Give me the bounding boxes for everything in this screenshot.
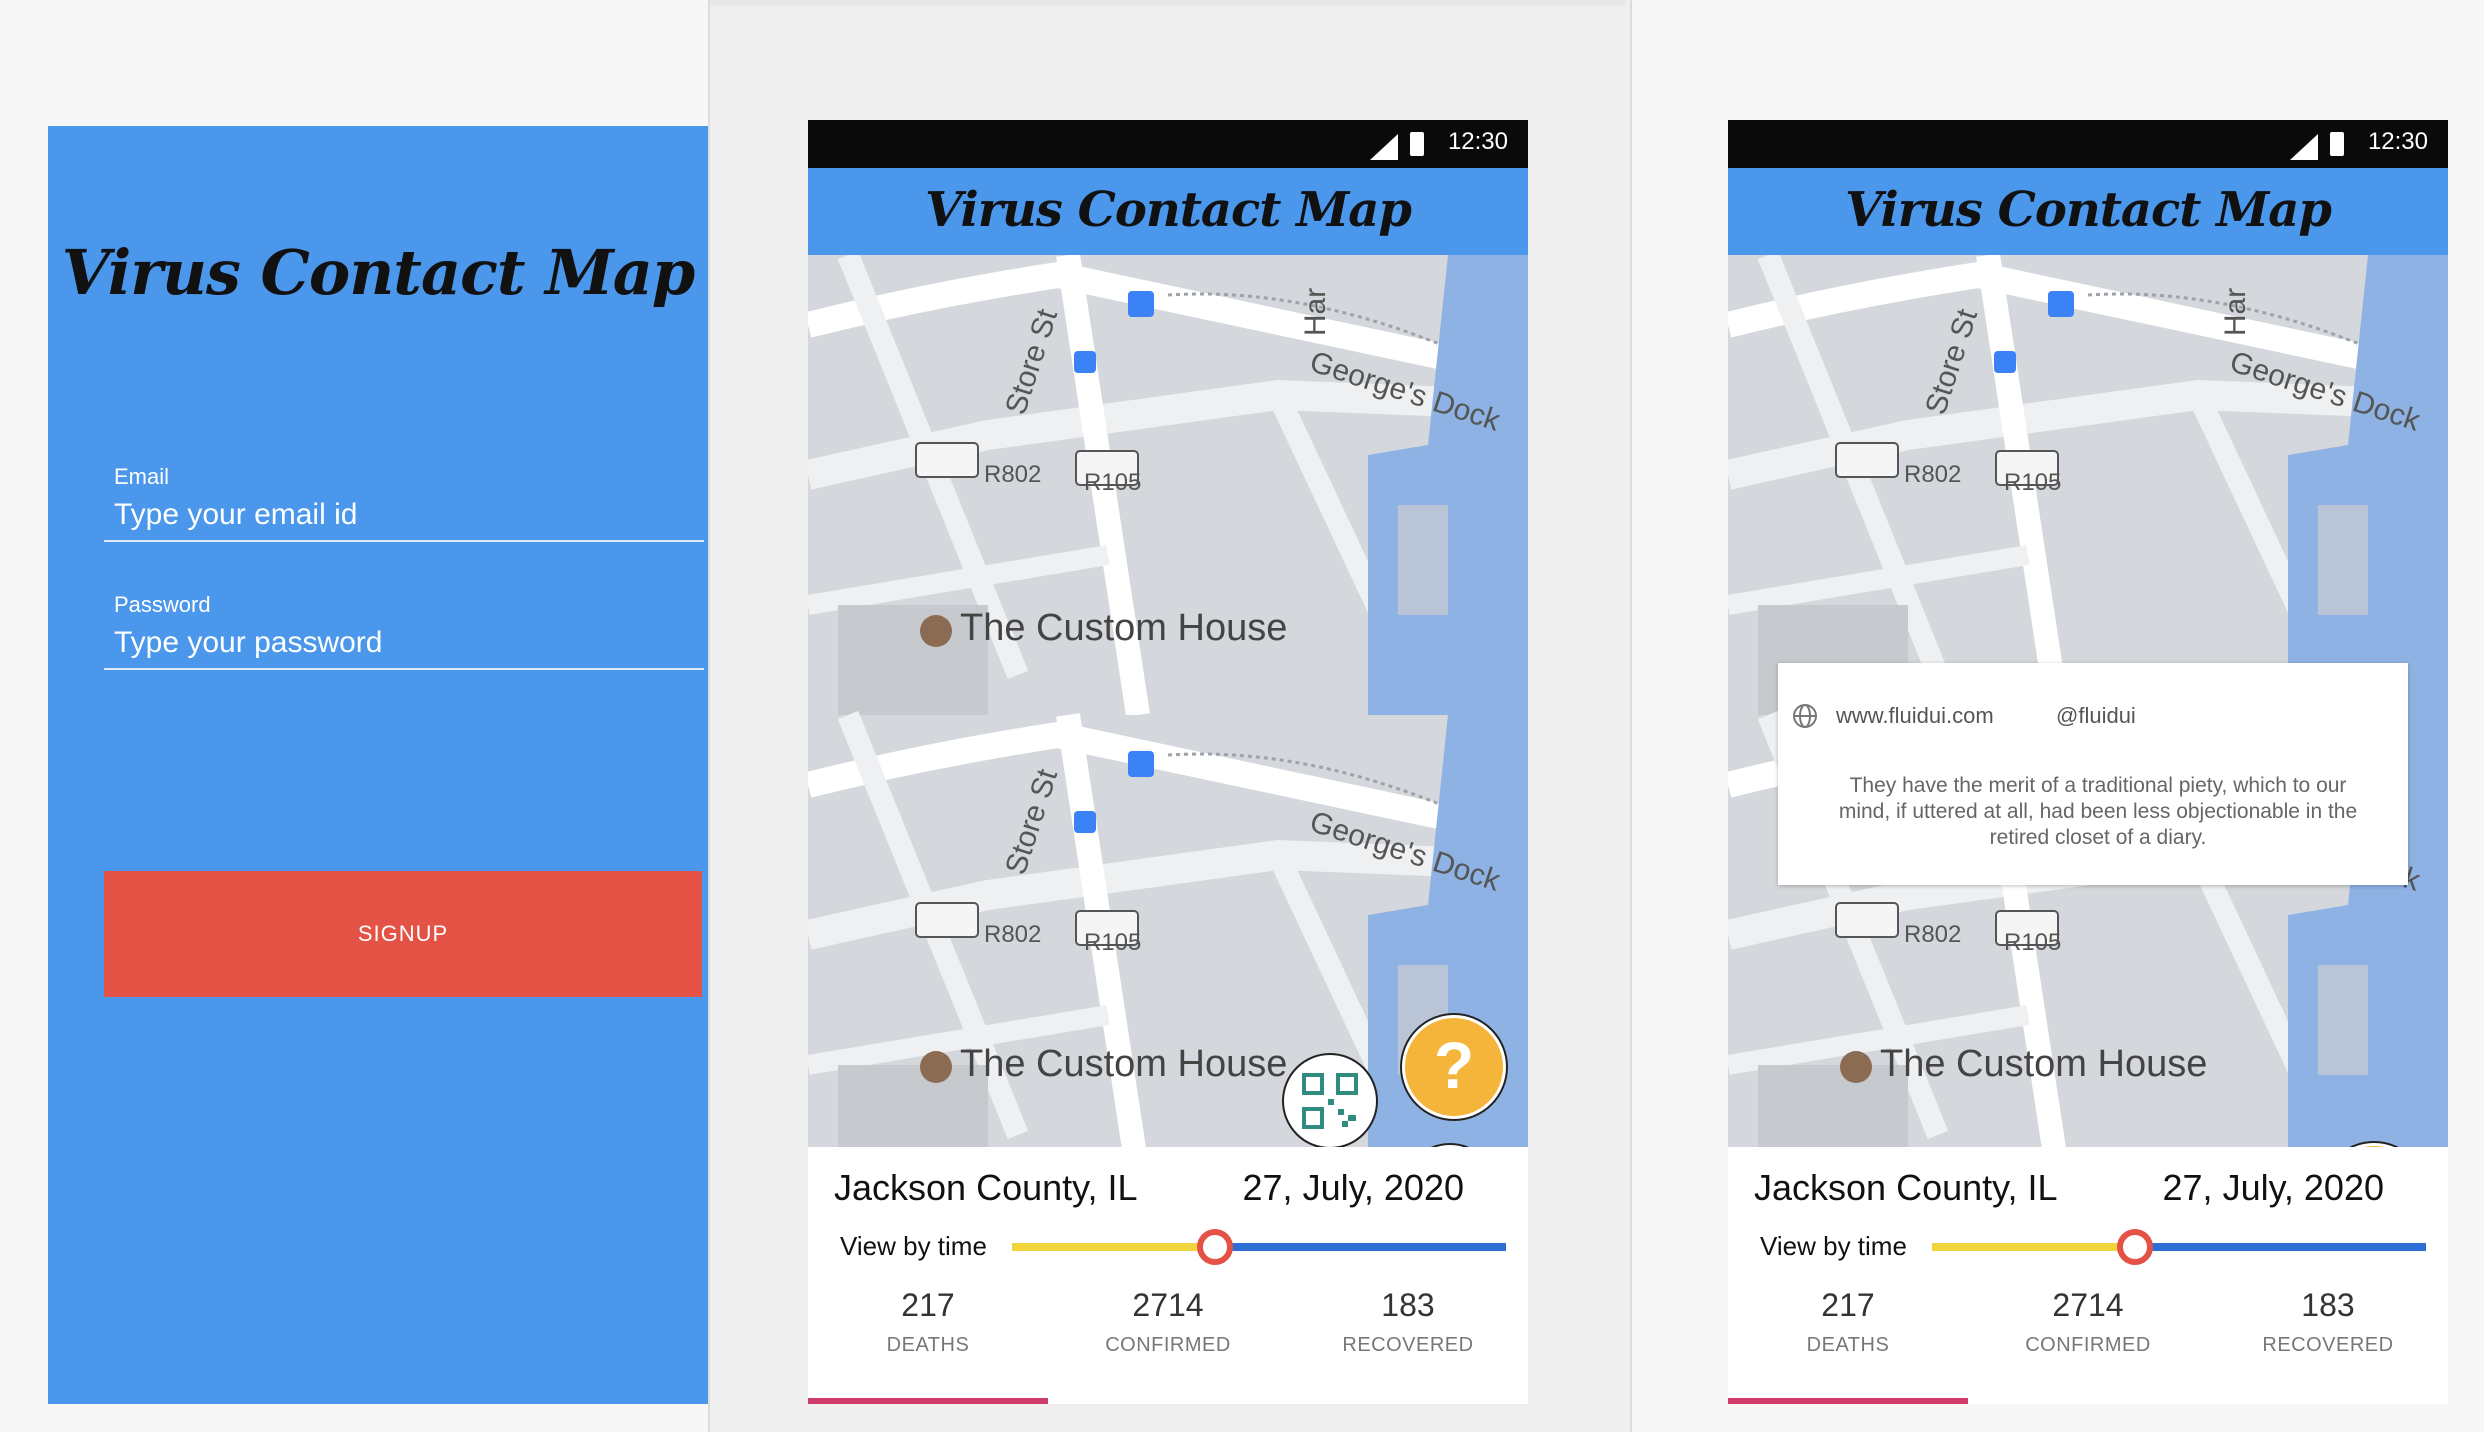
confirmed-label: CONFIRMED bbox=[2025, 1334, 2151, 1356]
street-label-har: Har bbox=[2219, 287, 2253, 337]
app-title: Virus Contact Map bbox=[925, 182, 1412, 238]
qr-code-icon bbox=[1302, 1073, 1358, 1129]
tab-recovered[interactable]: 183 RECOVERED bbox=[1288, 1287, 1528, 1357]
location-text: Jackson County, IL bbox=[1754, 1167, 2058, 1208]
info-popup-card: www.fluidui.com @fluidui They have the m… bbox=[1778, 663, 2408, 885]
recovered-count: 183 bbox=[1381, 1287, 1435, 1323]
password-label: Password bbox=[114, 592, 211, 617]
tab-deaths[interactable]: 217 DEATHS bbox=[1728, 1287, 1968, 1357]
date-text: 27, July, 2020 bbox=[1242, 1167, 1464, 1208]
status-bar: 12:30 bbox=[808, 120, 1528, 168]
signup-button[interactable]: SIGNUP bbox=[104, 871, 702, 997]
app-title: Virus Contact Map bbox=[1845, 182, 2332, 238]
landmark-icon bbox=[920, 1051, 952, 1083]
slider-track-past bbox=[1012, 1243, 1215, 1251]
signal-icon bbox=[1370, 134, 1398, 160]
tab-indicator bbox=[808, 1398, 1048, 1404]
deaths-count: 217 bbox=[901, 1287, 955, 1323]
recovered-count: 183 bbox=[2301, 1287, 2355, 1323]
qr-scan-button[interactable] bbox=[1282, 1053, 1378, 1147]
password-underline bbox=[104, 668, 704, 670]
info-panel: Jackson County, IL 27, July, 2020 View b… bbox=[808, 1147, 1528, 1404]
tab-confirmed[interactable]: 2714 CONFIRMED bbox=[1048, 1287, 1288, 1357]
landmark-icon bbox=[1840, 1051, 1872, 1083]
status-time: 12:30 bbox=[1447, 128, 1508, 155]
popup-text: They have the merit of a traditional pie… bbox=[1838, 774, 2358, 849]
slider-track-future bbox=[1214, 1243, 1506, 1251]
road-shield-r105: R105 bbox=[2004, 929, 2062, 956]
map-view[interactable]: R802 R105 Store St George's Dock Har The… bbox=[808, 255, 1528, 1147]
battery-icon bbox=[1410, 132, 1424, 156]
road-shield-r802: R802 bbox=[1904, 921, 1962, 948]
recovered-label: RECOVERED bbox=[1342, 1334, 1474, 1356]
preview-top-strip bbox=[710, 0, 1626, 6]
map-view[interactable]: R802 R105 Store St George's Dock Har R80… bbox=[1728, 255, 2448, 1147]
tab-deaths[interactable]: 217 DEATHS bbox=[808, 1287, 1048, 1357]
road-shield-r802: R802 bbox=[1904, 461, 1962, 488]
slider-track-past bbox=[1932, 1243, 2135, 1251]
road-shield-r105: R105 bbox=[1084, 469, 1142, 496]
app-bar: Virus Contact Map bbox=[808, 168, 1528, 255]
status-bar: 12:30 bbox=[1728, 120, 2448, 168]
deaths-label: DEATHS bbox=[1806, 1334, 1890, 1356]
app-bar: Virus Contact Map bbox=[1728, 168, 2448, 255]
recovered-label: RECOVERED bbox=[2262, 1334, 2394, 1356]
confirmed-label: CONFIRMED bbox=[1105, 1334, 1231, 1356]
landmark-icon bbox=[920, 615, 952, 647]
email-label: Email bbox=[114, 464, 170, 489]
road-shield-r105: R105 bbox=[2004, 469, 2062, 496]
map-popup-screen: 12:30 Virus Contact Map R802 R105 Store … bbox=[1728, 120, 2448, 1404]
view-by-time-label: View by time bbox=[1760, 1231, 1907, 1261]
deaths-label: DEATHS bbox=[886, 1334, 970, 1356]
map-label-custom-house: The Custom House bbox=[1880, 1043, 2208, 1085]
road-shield-r105: R105 bbox=[1084, 929, 1142, 956]
time-slider-thumb[interactable] bbox=[2116, 1229, 2153, 1265]
login-screen: Virus Contact Map Email Password SIGNUP bbox=[48, 126, 708, 1404]
confirmed-count: 2714 bbox=[2052, 1287, 2124, 1323]
website-link[interactable]: www.fluidui.com bbox=[1836, 703, 1994, 729]
email-underline bbox=[104, 540, 704, 542]
road-shield-r802: R802 bbox=[984, 921, 1042, 948]
status-time: 12:30 bbox=[2367, 128, 2428, 155]
globe-icon bbox=[1793, 704, 1817, 728]
app-title: Virus Contact Map bbox=[61, 236, 696, 309]
slider-track-future bbox=[2134, 1243, 2426, 1251]
info-panel: Jackson County, IL 27, July, 2020 View b… bbox=[1728, 1147, 2448, 1404]
help-button[interactable]: ? bbox=[1402, 1015, 1506, 1119]
signal-icon bbox=[2290, 134, 2318, 160]
social-handle[interactable]: @fluidui bbox=[2056, 703, 2136, 729]
view-by-time-label: View by time bbox=[840, 1231, 987, 1261]
battery-icon bbox=[2330, 132, 2344, 156]
password-field[interactable] bbox=[114, 626, 694, 660]
confirmed-count: 2714 bbox=[1132, 1287, 1204, 1323]
map-screen: 12:30 Virus Contact Map R802 R105 Store … bbox=[808, 120, 1528, 1404]
street-label-har: Har bbox=[1299, 287, 1333, 337]
map-label-custom-house: The Custom House bbox=[960, 1043, 1288, 1085]
deaths-count: 217 bbox=[1821, 1287, 1875, 1323]
map-label-custom-house: The Custom House bbox=[960, 607, 1288, 649]
road-shield-r802: R802 bbox=[984, 461, 1042, 488]
tab-recovered[interactable]: 183 RECOVERED bbox=[2208, 1287, 2448, 1357]
location-text: Jackson County, IL bbox=[834, 1167, 1138, 1208]
tab-indicator bbox=[1728, 1398, 1968, 1404]
email-field[interactable] bbox=[114, 498, 694, 532]
tab-confirmed[interactable]: 2714 CONFIRMED bbox=[1968, 1287, 2208, 1357]
date-text: 27, July, 2020 bbox=[2162, 1167, 2384, 1208]
time-slider-thumb[interactable] bbox=[1196, 1229, 1233, 1265]
